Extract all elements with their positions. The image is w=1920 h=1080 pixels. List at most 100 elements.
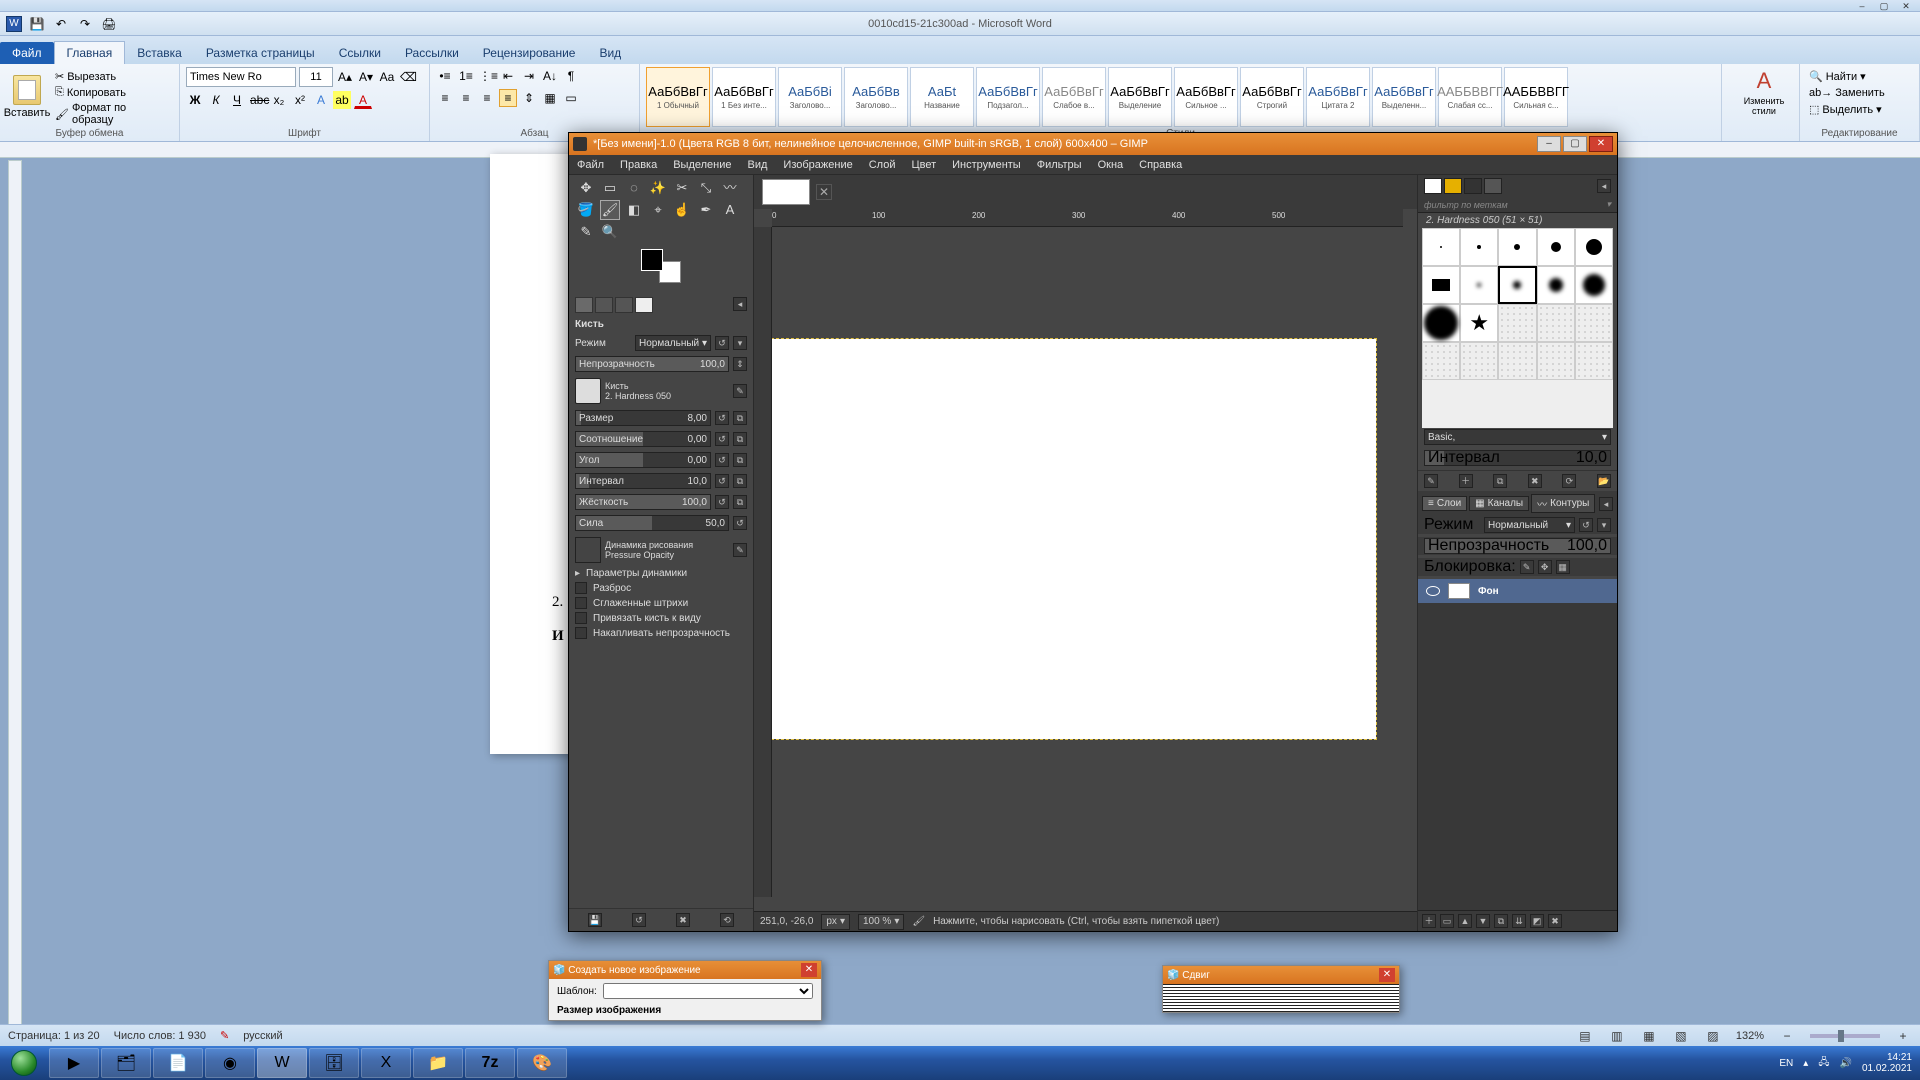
change-case-button[interactable]: Aa xyxy=(378,68,396,86)
opt-delete-button[interactable]: ✖ xyxy=(676,913,690,927)
ribbon-tab-file[interactable]: Файл xyxy=(0,42,54,64)
zoom-in-button[interactable]: + xyxy=(1894,1027,1912,1045)
gimp-close-button[interactable]: ✕ xyxy=(1589,136,1613,152)
scatter-checkbox[interactable]: Разброс xyxy=(575,582,747,594)
style-item[interactable]: АаБбВвГгВыделение xyxy=(1108,67,1172,127)
mode-reset[interactable]: ↺ xyxy=(715,336,729,350)
smooth-stroke-checkbox[interactable]: Сглаженные штрихи xyxy=(575,597,747,609)
brush-edit-button[interactable]: ✎ xyxy=(733,384,747,398)
ribbon-tab-insert[interactable]: Вставка xyxy=(125,42,194,64)
taskbar-folder[interactable]: 📁 xyxy=(413,1048,463,1078)
gimp-minimize-button[interactable]: – xyxy=(1537,136,1561,152)
layer-merge[interactable]: ⇊ xyxy=(1512,914,1526,928)
style-item[interactable]: ААББВВГГСлабая сс... xyxy=(1438,67,1502,127)
brush-filter-input[interactable]: фильтр по меткам xyxy=(1424,200,1508,210)
gimp-menu-item[interactable]: Слой xyxy=(869,159,896,171)
brush-grid[interactable]: ★ xyxy=(1422,228,1613,428)
paths-tab[interactable]: 〰 Контуры xyxy=(1531,494,1595,513)
view-outline-button[interactable]: ▧ xyxy=(1672,1027,1690,1045)
tray-show-hidden-icon[interactable]: ▴ xyxy=(1803,1058,1808,1069)
brush-spacing-slider[interactable]: Интервал10,0 xyxy=(1424,450,1611,466)
taskbar-database[interactable]: 🗄 xyxy=(309,1048,359,1078)
style-item[interactable]: АаБбВвГгСильное ... xyxy=(1174,67,1238,127)
styles-gallery[interactable]: АаБбВвГг1 ОбычныйАаБбВвГг1 Без инте...Аа… xyxy=(646,67,1715,127)
style-item[interactable]: АаБбВвГгСлабое в... xyxy=(1042,67,1106,127)
brush-del[interactable]: ✖ xyxy=(1528,474,1542,488)
sort-button[interactable]: A↓ xyxy=(541,67,559,85)
lock-brush-checkbox[interactable]: Привязать кисть к виду xyxy=(575,612,747,624)
shading-button[interactable]: ▦ xyxy=(541,89,559,107)
paintbrush-tool[interactable]: 🖌 xyxy=(601,201,619,219)
image-tab-close[interactable]: ✕ xyxy=(816,184,832,200)
replace-button[interactable]: ab→ Заменить xyxy=(1806,86,1913,100)
align-left-button[interactable]: ≡ xyxy=(436,89,454,107)
ratio-slider[interactable]: Соотношение0,00 xyxy=(575,431,711,447)
font-color-button[interactable]: A xyxy=(354,91,372,109)
layer-delete[interactable]: ✖ xyxy=(1548,914,1562,928)
brush-cell[interactable] xyxy=(1498,342,1536,380)
ribbon-tab-home[interactable]: Главная xyxy=(54,41,126,64)
italic-button[interactable]: К xyxy=(207,91,225,109)
dynamics-edit-button[interactable]: ✎ xyxy=(733,543,747,557)
zoom-out-button[interactable]: − xyxy=(1778,1027,1796,1045)
view-draft-button[interactable]: ▨ xyxy=(1704,1027,1722,1045)
free-select-tool[interactable]: ◌ xyxy=(625,179,643,197)
brush-cell[interactable] xyxy=(1498,266,1536,304)
tray-clock[interactable]: 14:21 01.02.2021 xyxy=(1862,1052,1912,1074)
brush-cell[interactable] xyxy=(1537,342,1575,380)
spacing-slider[interactable]: Интервал10,0 xyxy=(575,473,711,489)
mode-combo[interactable]: Нормальный▾ xyxy=(635,335,711,351)
taskbar-word[interactable]: W xyxy=(257,1048,307,1078)
style-item[interactable]: АаБбВвГгВыделенн... xyxy=(1372,67,1436,127)
borders-button[interactable]: ▭ xyxy=(562,89,580,107)
opt-save-button[interactable]: 💾 xyxy=(588,913,602,927)
style-item[interactable]: АаБбВвГгСтрогий xyxy=(1240,67,1304,127)
underline-button[interactable]: Ч xyxy=(228,91,246,109)
dynamics-params-expand[interactable]: ▸Параметры динамики xyxy=(575,568,747,579)
brush-cell[interactable] xyxy=(1460,342,1498,380)
ribbon-tab-review[interactable]: Рецензирование xyxy=(471,42,588,64)
shift-dialog-close[interactable]: ✕ xyxy=(1379,968,1395,982)
right-dock-menu[interactable]: ◂ xyxy=(1597,179,1611,193)
gimp-menu-item[interactable]: Цвет xyxy=(911,159,936,171)
path-tool[interactable]: ✒ xyxy=(697,201,715,219)
qat-redo-button[interactable]: ↷ xyxy=(76,15,94,33)
word-restore-button[interactable]: ▢ xyxy=(1874,0,1894,12)
word-vertical-ruler[interactable] xyxy=(8,160,22,1046)
brush-cell[interactable] xyxy=(1460,266,1498,304)
device-status-tab[interactable] xyxy=(595,297,613,313)
find-button[interactable]: 🔍 Найти ▾ xyxy=(1806,69,1913,84)
brush-edit[interactable]: ✎ xyxy=(1424,474,1438,488)
layers-tab[interactable]: ≡ Слои xyxy=(1422,496,1467,511)
font-size-combo[interactable] xyxy=(299,67,333,87)
brush-cell[interactable] xyxy=(1537,304,1575,342)
shrink-font-button[interactable]: A▾ xyxy=(357,68,375,86)
ratio-reset[interactable]: ↺ xyxy=(715,432,729,446)
crop-tool[interactable]: ✂ xyxy=(673,179,691,197)
canvas[interactable] xyxy=(772,339,1376,739)
force-reset[interactable]: ↺ xyxy=(733,516,747,530)
brush-cell[interactable] xyxy=(1498,304,1536,342)
brush-cell[interactable] xyxy=(1422,228,1460,266)
new-image-dialog[interactable]: 🧊 Создать новое изображение✕ Шаблон: Раз… xyxy=(548,960,822,1021)
taskbar-media-player[interactable]: ▶ xyxy=(49,1048,99,1078)
layer-mode-reset[interactable]: ↺ xyxy=(1579,518,1593,532)
layer-dup[interactable]: ⧉ xyxy=(1494,914,1508,928)
gimp-menu-item[interactable]: Фильтры xyxy=(1037,159,1082,171)
smudge-tool[interactable]: ☝ xyxy=(673,201,691,219)
taskbar-excel[interactable]: X xyxy=(361,1048,411,1078)
bullets-button[interactable]: •≡ xyxy=(436,67,454,85)
color-swatches[interactable] xyxy=(641,249,681,283)
word-minimize-button[interactable]: – xyxy=(1852,0,1872,12)
gimp-menu-item[interactable]: Изображение xyxy=(783,159,852,171)
brush-cell[interactable]: ★ xyxy=(1460,304,1498,342)
taskbar-chrome[interactable]: ◉ xyxy=(205,1048,255,1078)
bucket-tool[interactable]: 🪣 xyxy=(577,201,595,219)
brush-cell[interactable] xyxy=(1537,228,1575,266)
brushes-tab[interactable] xyxy=(1424,178,1442,194)
brush-cell[interactable] xyxy=(1575,266,1613,304)
style-item[interactable]: АаБбВвГг1 Без инте... xyxy=(712,67,776,127)
multilevel-button[interactable]: ⋮≡ xyxy=(478,67,496,85)
layers-list[interactable]: Фон xyxy=(1418,579,1617,910)
brush-preview-icon[interactable] xyxy=(575,378,601,404)
